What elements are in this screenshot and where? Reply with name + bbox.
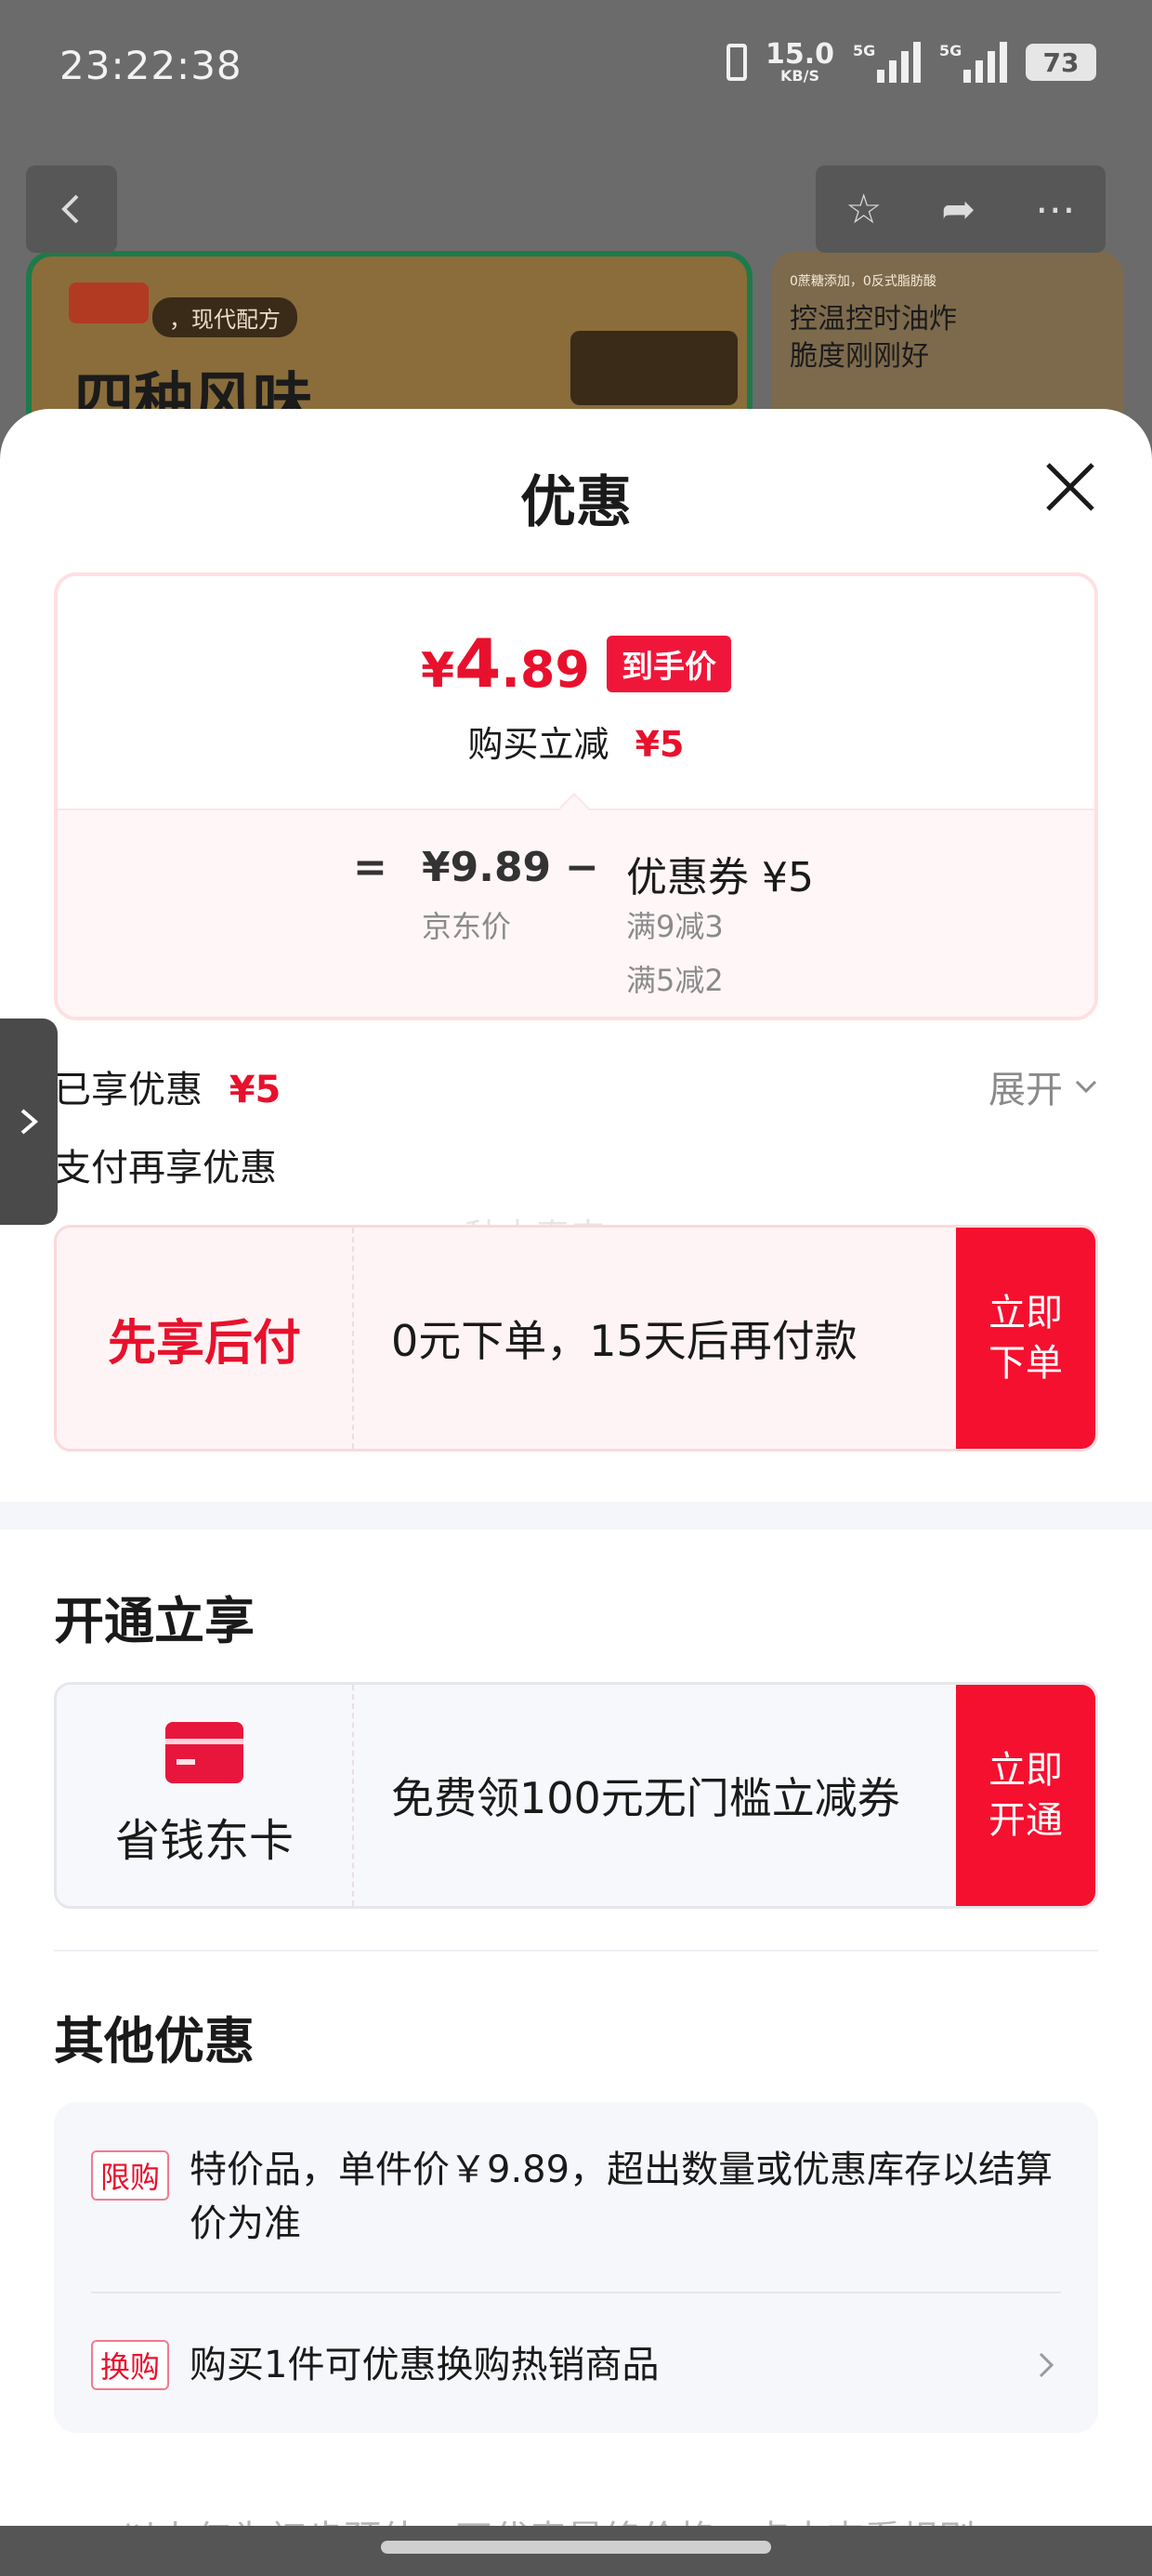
close-icon[interactable] bbox=[1041, 457, 1100, 517]
nav-actions: ☆ ➦ ⋯ bbox=[816, 165, 1106, 253]
sheet-title: 优惠 bbox=[520, 470, 632, 535]
home-indicator[interactable] bbox=[381, 2541, 771, 2554]
limit-text: 特价品，单件价￥9.89，超出数量或优惠库存以结算价为准 bbox=[190, 2149, 1054, 2245]
status-icons: 15.0 KB/S 5G 5G 73 bbox=[726, 41, 1096, 84]
banner2-line1: 控温控时油炸 bbox=[790, 303, 957, 335]
pay-later-title: 先享后付 bbox=[107, 1315, 301, 1372]
side-drawer-handle[interactable] bbox=[0, 1019, 58, 1225]
price-calculation: = ¥9.89 京东价 − 优惠券 ¥5 满9减3 满5减2 bbox=[58, 808, 1094, 1017]
instant-reduce-label: 购买立减 bbox=[467, 724, 609, 765]
price-breakdown-card: ¥ 4 .89 到手价 购买立减 ¥5 = ¥9.89 京东价 − 优惠券 ¥5… bbox=[54, 572, 1098, 1020]
coupon-rule-1: 满9减3 bbox=[626, 909, 724, 944]
open-now-button[interactable]: 立即 开通 bbox=[956, 1685, 1095, 1906]
signal-icon-2: 5G bbox=[939, 42, 1007, 83]
section-divider bbox=[0, 1502, 1152, 1530]
instant-reduce-amount: ¥5 bbox=[635, 724, 685, 765]
chevron-left-icon bbox=[61, 194, 79, 224]
enjoyed-label: 已享优惠 bbox=[54, 1069, 203, 1111]
open-section-title: 开通立享 bbox=[54, 1592, 255, 1650]
battery-icon: 73 bbox=[1026, 44, 1096, 81]
coupon-amount: 优惠券 ¥5 bbox=[626, 854, 814, 901]
card-icon bbox=[165, 1722, 243, 1783]
final-price-integer: 4 bbox=[454, 624, 502, 703]
final-price-badge: 到手价 bbox=[606, 635, 731, 692]
jd-price: ¥9.89 bbox=[422, 844, 552, 891]
member-card[interactable]: 省钱东卡 免费领100元无门槛立减券 立即 开通 bbox=[54, 1682, 1098, 1909]
banner-tag: ，现代配方 bbox=[152, 297, 297, 337]
thin-divider bbox=[54, 1950, 1098, 1952]
exchange-tag: 换购 bbox=[91, 2340, 170, 2390]
signal-1-label: 5G bbox=[853, 42, 876, 59]
expand-label: 展开 bbox=[988, 1069, 1063, 1111]
status-bar: 23:22:38 15.0 KB/S 5G 5G 73 bbox=[0, 0, 1152, 139]
final-price-area: ¥ 4 .89 到手价 购买立减 ¥5 bbox=[58, 576, 1094, 808]
final-price-decimal: .89 bbox=[501, 640, 590, 699]
final-price-currency: ¥ bbox=[421, 643, 455, 699]
net-speed-unit: KB/S bbox=[780, 67, 819, 85]
open-now-line1: 立即 bbox=[988, 1749, 1063, 1792]
brand-logo bbox=[570, 331, 738, 405]
order-now-line1: 立即 bbox=[988, 1292, 1063, 1334]
other-section-title: 其他优惠 bbox=[54, 2012, 255, 2070]
chevron-right-icon bbox=[20, 1109, 39, 1135]
chevron-right-icon bbox=[1039, 2352, 1054, 2378]
minus-sign: − bbox=[565, 844, 599, 891]
open-now-line2: 开通 bbox=[988, 1799, 1063, 1842]
net-speed: 15.0 KB/S bbox=[766, 41, 834, 84]
exchange-text: 购买1件可优惠换购热销商品 bbox=[190, 2344, 660, 2386]
chevron-down-icon bbox=[1075, 1080, 1097, 1094]
pay-later-desc: 0元下单，15天后再付款 bbox=[391, 1316, 857, 1366]
limit-tag: 限购 bbox=[91, 2150, 170, 2201]
expand-toggle[interactable]: 展开 bbox=[988, 1059, 1100, 1113]
member-left: 省钱东卡 bbox=[57, 1685, 354, 1906]
order-now-button[interactable]: 立即 下单 bbox=[956, 1228, 1095, 1449]
pay-later-card[interactable]: 先享后付 0元下单，15天后再付款 立即 下单 bbox=[54, 1225, 1098, 1452]
equals-sign: = bbox=[353, 844, 387, 891]
instant-reduce-row: 购买立减 ¥5 bbox=[58, 716, 1094, 767]
coupon-rule-2: 满5减2 bbox=[626, 963, 724, 998]
final-price-row: ¥ 4 .89 到手价 bbox=[58, 624, 1094, 703]
pay-later-left: 先享后付 bbox=[57, 1228, 354, 1449]
row-divider bbox=[91, 2292, 1061, 2293]
banner2-small-text: 0蔗糖添加，0反式脂肪酸 bbox=[790, 274, 936, 289]
order-now-line2: 下单 bbox=[988, 1342, 1063, 1385]
signal-icon-1: 5G bbox=[853, 42, 921, 83]
back-button[interactable] bbox=[26, 165, 117, 253]
enjoyed-amount: ¥5 bbox=[229, 1069, 281, 1111]
share-icon[interactable]: ➦ bbox=[941, 186, 975, 233]
pay-more-title: 支付再享优惠 bbox=[54, 1147, 277, 1189]
vibrate-icon bbox=[726, 44, 747, 81]
brand-mini-logo bbox=[69, 283, 149, 323]
other-offers-box: 限购 特价品，单件价￥9.89，超出数量或优惠库存以结算价为准 换购 购买1件可… bbox=[54, 2102, 1098, 2433]
banner2-line2: 脆度刚刚好 bbox=[790, 340, 929, 373]
signal-2-label: 5G bbox=[939, 42, 962, 59]
jd-price-label: 京东价 bbox=[422, 909, 512, 944]
discount-sheet: 优惠 ¥ 4 .89 到手价 购买立减 ¥5 = ¥9.89 京东价 − 优惠券… bbox=[0, 409, 1152, 2576]
star-icon[interactable]: ☆ bbox=[845, 186, 882, 233]
more-icon[interactable]: ⋯ bbox=[1035, 186, 1076, 233]
list-item: 限购 特价品，单件价￥9.89，超出数量或优惠库存以结算价为准 bbox=[91, 2143, 1061, 2251]
enjoyed-discount: 已享优惠 ¥5 bbox=[54, 1059, 281, 1113]
net-speed-value: 15.0 bbox=[765, 38, 834, 71]
status-time: 23:22:38 bbox=[59, 43, 242, 88]
member-desc: 免费领100元无门槛立减券 bbox=[391, 1773, 900, 1823]
final-price: ¥ 4 .89 bbox=[421, 624, 590, 703]
member-name: 省钱东卡 bbox=[114, 1815, 294, 1867]
list-item-exchange[interactable]: 换购 购买1件可优惠换购热销商品 bbox=[91, 2338, 1061, 2392]
